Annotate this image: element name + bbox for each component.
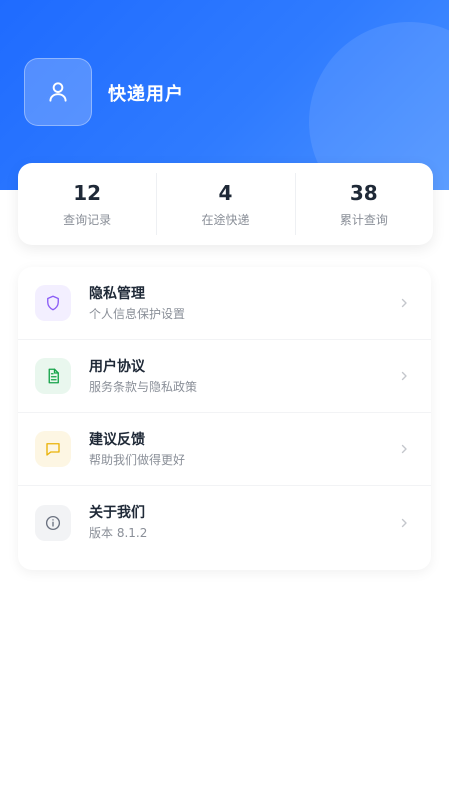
- menu-icon-wrap: [35, 431, 71, 467]
- chevron-right-icon: [397, 296, 411, 310]
- document-icon: [48, 368, 59, 384]
- menu-card: 隐私管理 个人信息保护设置 用户协议 服务条款与隐私政策 建议反馈 帮助我们做得…: [18, 267, 431, 570]
- chat-icon: [46, 443, 60, 456]
- stat-value: 12: [73, 180, 102, 205]
- menu-title: 用户协议: [89, 358, 145, 375]
- stats-card: 12 查询记录 4 在途快递 38 累计查询: [18, 163, 433, 245]
- menu-text: 用户协议 服务条款与隐私政策: [89, 358, 397, 395]
- stat-in-transit[interactable]: 4 在途快递: [156, 163, 294, 245]
- stat-value: 38: [349, 180, 378, 205]
- user-icon: [49, 82, 67, 102]
- menu-item-user-agreement[interactable]: 用户协议 服务条款与隐私政策: [18, 340, 431, 413]
- stat-value: 4: [218, 180, 233, 205]
- avatar[interactable]: [24, 58, 92, 126]
- menu-icon-wrap: [35, 285, 71, 321]
- profile-page: 快递用户 12 查询记录 4 在途快递 38 累计查询 隐私管理 个人信息保护设…: [0, 0, 449, 800]
- menu-subtitle: 服务条款与隐私政策: [89, 379, 198, 394]
- menu-subtitle: 帮助我们做得更好: [89, 452, 186, 467]
- info-icon: [45, 515, 61, 530]
- menu-subtitle: 版本 8.1.2: [89, 526, 148, 540]
- menu-item-feedback[interactable]: 建议反馈 帮助我们做得更好: [18, 413, 431, 486]
- stat-label: 在途快递: [201, 212, 250, 227]
- chevron-right-icon: [397, 442, 411, 456]
- menu-text: 关于我们 版本 8.1.2: [89, 504, 397, 541]
- menu-item-about[interactable]: 关于我们 版本 8.1.2: [18, 486, 431, 559]
- profile-header: 快递用户: [0, 0, 449, 190]
- menu-text: 建议反馈 帮助我们做得更好: [89, 431, 397, 468]
- menu-title: 建议反馈: [89, 431, 145, 448]
- chevron-right-icon: [397, 516, 411, 530]
- chevron-right-icon: [397, 369, 411, 383]
- menu-title: 隐私管理: [89, 285, 145, 302]
- menu-text: 隐私管理 个人信息保护设置: [89, 285, 397, 322]
- stat-label: 查询记录: [63, 212, 112, 227]
- menu-item-privacy[interactable]: 隐私管理 个人信息保护设置: [18, 267, 431, 340]
- shield-icon: [47, 295, 59, 311]
- menu-subtitle: 个人信息保护设置: [89, 306, 186, 321]
- stat-total-queries[interactable]: 38 累计查询: [294, 163, 433, 245]
- menu-icon-wrap: [35, 504, 71, 541]
- menu-title: 关于我们: [89, 505, 145, 521]
- stat-query-records[interactable]: 12 查询记录: [18, 163, 156, 245]
- menu-icon-wrap: [35, 358, 71, 394]
- stat-label: 累计查询: [339, 212, 388, 227]
- username: 快递用户: [108, 84, 184, 105]
